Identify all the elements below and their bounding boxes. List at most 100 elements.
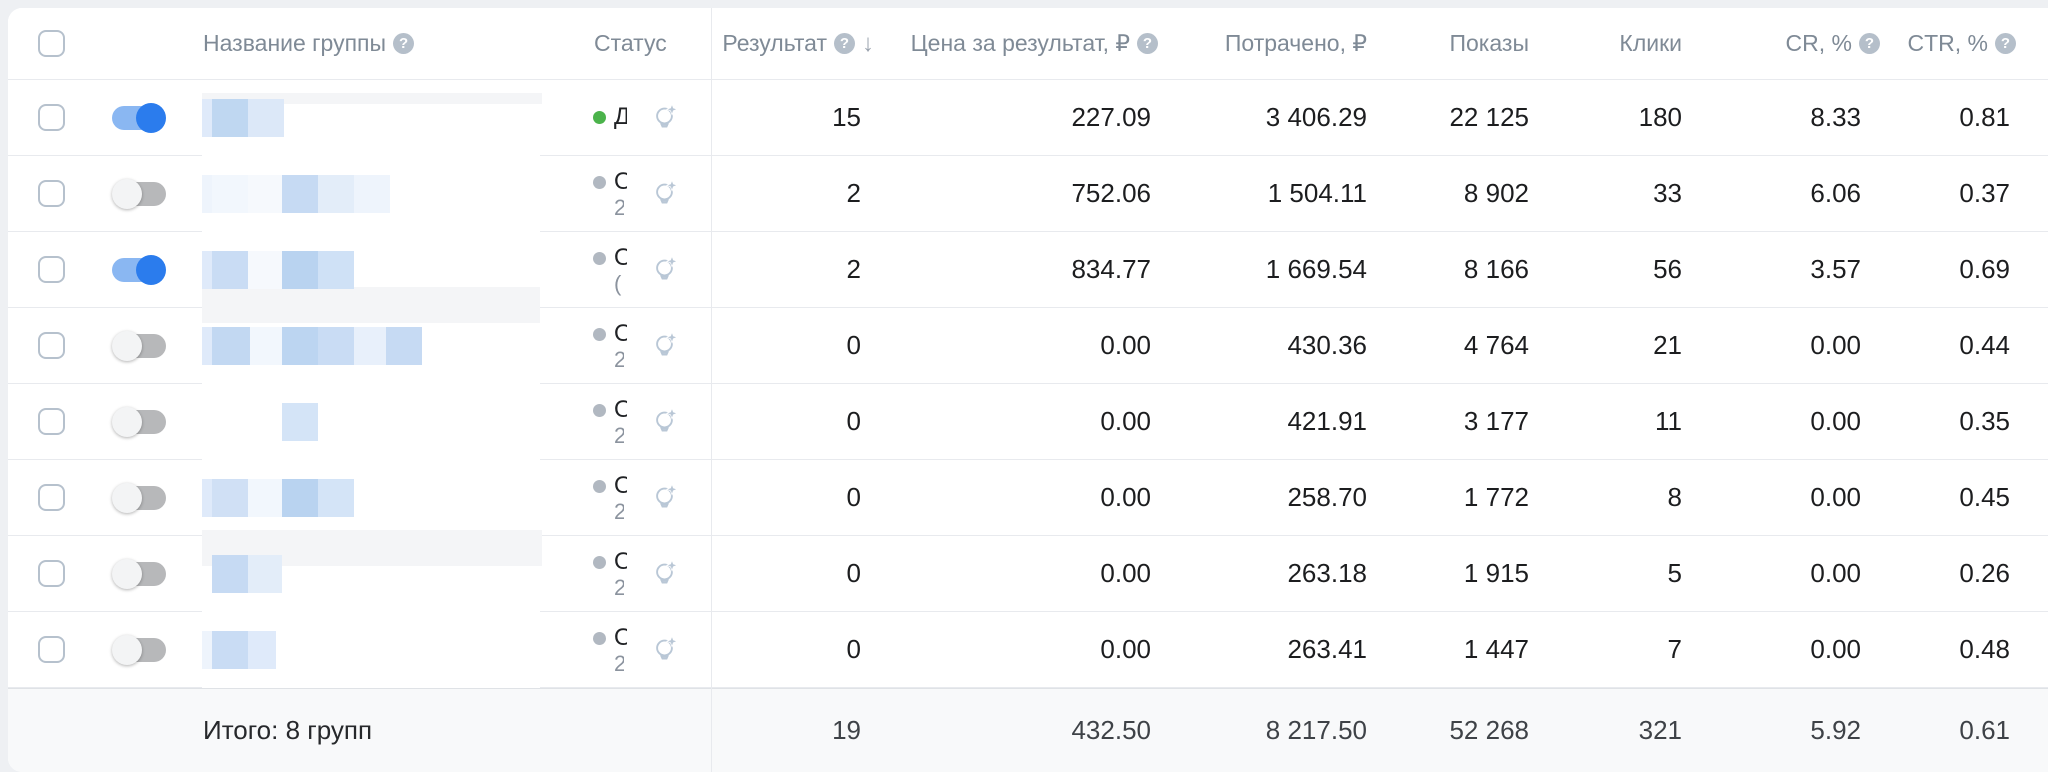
total-cost-per-result: 432.50 <box>1071 689 1151 772</box>
lightbulb-idea-icon[interactable] <box>650 103 680 133</box>
row-toggle[interactable] <box>112 103 166 133</box>
cell-ctr: 0.48 <box>1959 612 2010 687</box>
row-checkbox[interactable] <box>38 408 65 435</box>
help-icon[interactable]: ? <box>834 33 855 54</box>
row-checkbox[interactable] <box>38 104 65 131</box>
status-subtext-clipped: 2 <box>614 424 624 448</box>
column-header-cost-per-result[interactable]: Цена за результат, ₽ ? <box>911 8 1158 79</box>
row-toggle[interactable] <box>112 635 166 665</box>
help-icon[interactable]: ? <box>1859 33 1880 54</box>
redacted-name-block <box>212 175 248 213</box>
lightbulb-idea-icon[interactable] <box>650 255 680 285</box>
column-header-result-label: Результат <box>722 30 827 57</box>
status-dot-icon <box>593 252 606 265</box>
row-checkbox[interactable] <box>38 332 65 359</box>
redacted-name-block <box>248 175 282 213</box>
column-header-result[interactable]: Результат ? ↓ <box>722 8 874 79</box>
status-dot-icon <box>593 176 606 189</box>
column-header-clicks[interactable]: Клики <box>1619 8 1682 79</box>
toggle-knob <box>112 179 142 209</box>
cell-clicks: 56 <box>1653 232 1682 307</box>
status-subtext-clipped: 2 <box>614 348 624 372</box>
cell-cr: 3.57 <box>1810 232 1861 307</box>
redacted-name-block <box>212 251 248 289</box>
row-checkbox[interactable] <box>38 560 65 587</box>
cell-spent: 3 406.29 <box>1266 80 1367 155</box>
status-subtext-clipped: 2 <box>614 576 624 600</box>
column-header-spent[interactable]: Потрачено, ₽ <box>1225 8 1367 79</box>
redacted-name-block <box>212 99 248 137</box>
redacted-name-block <box>212 631 248 669</box>
sort-desc-icon[interactable]: ↓ <box>862 32 874 56</box>
row-checkbox[interactable] <box>38 636 65 663</box>
status-subtext-clipped: 2 <box>614 652 624 676</box>
lightbulb-idea-icon[interactable] <box>650 179 680 209</box>
row-toggle[interactable] <box>112 407 166 437</box>
lightbulb-idea-icon[interactable] <box>650 407 680 437</box>
cell-impressions: 1 915 <box>1464 536 1529 611</box>
cell-impressions: 1 772 <box>1464 460 1529 535</box>
cell-clicks: 11 <box>1655 384 1682 459</box>
cell-result: 0 <box>847 460 861 535</box>
lightbulb-idea-icon[interactable] <box>650 483 680 513</box>
toggle-knob <box>112 483 142 513</box>
lightbulb-idea-icon[interactable] <box>650 331 680 361</box>
cell-cost-per-result: 0.00 <box>1100 536 1151 611</box>
toggle-knob <box>112 559 142 589</box>
cell-clicks: 180 <box>1639 80 1682 155</box>
column-header-cost-per-result-label: Цена за результат, ₽ <box>911 30 1130 57</box>
total-spent: 8 217.50 <box>1266 689 1367 772</box>
help-icon[interactable]: ? <box>1137 33 1158 54</box>
row-toggle[interactable] <box>112 179 166 209</box>
total-clicks: 321 <box>1639 689 1682 772</box>
column-header-cr-label: CR, % <box>1786 30 1852 57</box>
row-checkbox[interactable] <box>38 180 65 207</box>
row-toggle[interactable] <box>112 559 166 589</box>
table-header-row: Название группы ? Статус Результат ? ↓ Ц… <box>8 8 2048 80</box>
status-subtext-clipped: 2 <box>614 196 624 220</box>
row-checkbox[interactable] <box>38 484 65 511</box>
row-checkbox[interactable] <box>38 256 65 283</box>
row-toggle[interactable] <box>112 331 166 361</box>
cell-result: 2 <box>847 156 861 231</box>
cell-result: 0 <box>847 308 861 383</box>
cell-spent: 421.91 <box>1287 384 1367 459</box>
redacted-name-block <box>202 251 212 289</box>
status-subtext-clipped: 2 <box>614 500 624 524</box>
help-icon[interactable]: ? <box>1995 33 2016 54</box>
cell-cr: 8.33 <box>1810 80 1861 155</box>
column-header-clicks-label: Клики <box>1619 30 1682 57</box>
column-header-ctr[interactable]: CTR, % ? <box>1908 8 2017 79</box>
cell-spent: 430.36 <box>1287 308 1367 383</box>
redacted-name-block <box>282 479 318 517</box>
cell-cost-per-result: 227.09 <box>1071 80 1151 155</box>
cell-cr: 0.00 <box>1810 536 1861 611</box>
cell-impressions: 3 177 <box>1464 384 1529 459</box>
column-header-spent-label: Потрачено, ₽ <box>1225 30 1367 57</box>
cell-spent: 263.41 <box>1287 612 1367 687</box>
status-dot-icon <box>593 328 606 341</box>
table-footer-row: Итого: 8 групп 19 432.50 8 217.50 52 268… <box>8 688 2048 772</box>
column-header-impressions[interactable]: Показы <box>1449 8 1529 79</box>
help-icon[interactable]: ? <box>393 33 414 54</box>
row-toggle[interactable] <box>112 483 166 513</box>
toggle-knob <box>136 103 166 133</box>
redacted-name-block <box>386 327 422 365</box>
select-all-checkbox[interactable] <box>38 30 65 57</box>
column-header-cr[interactable]: CR, % ? <box>1786 8 1880 79</box>
lightbulb-idea-icon[interactable] <box>650 635 680 665</box>
status-text-clipped: О <box>614 549 627 575</box>
redacted-name-block <box>248 631 276 669</box>
lightbulb-idea-icon[interactable] <box>650 559 680 589</box>
row-toggle[interactable] <box>112 255 166 285</box>
redacted-name-block <box>212 555 248 593</box>
cell-impressions: 8 166 <box>1464 232 1529 307</box>
cell-cost-per-result: 834.77 <box>1071 232 1151 307</box>
status-dot-icon <box>593 404 606 417</box>
total-result: 19 <box>832 689 861 772</box>
cell-clicks: 8 <box>1668 460 1682 535</box>
redacted-name-block <box>202 175 212 213</box>
status-dot-icon <box>593 632 606 645</box>
status-text-clipped: О <box>614 321 627 347</box>
status-text-clipped: О <box>614 397 627 423</box>
